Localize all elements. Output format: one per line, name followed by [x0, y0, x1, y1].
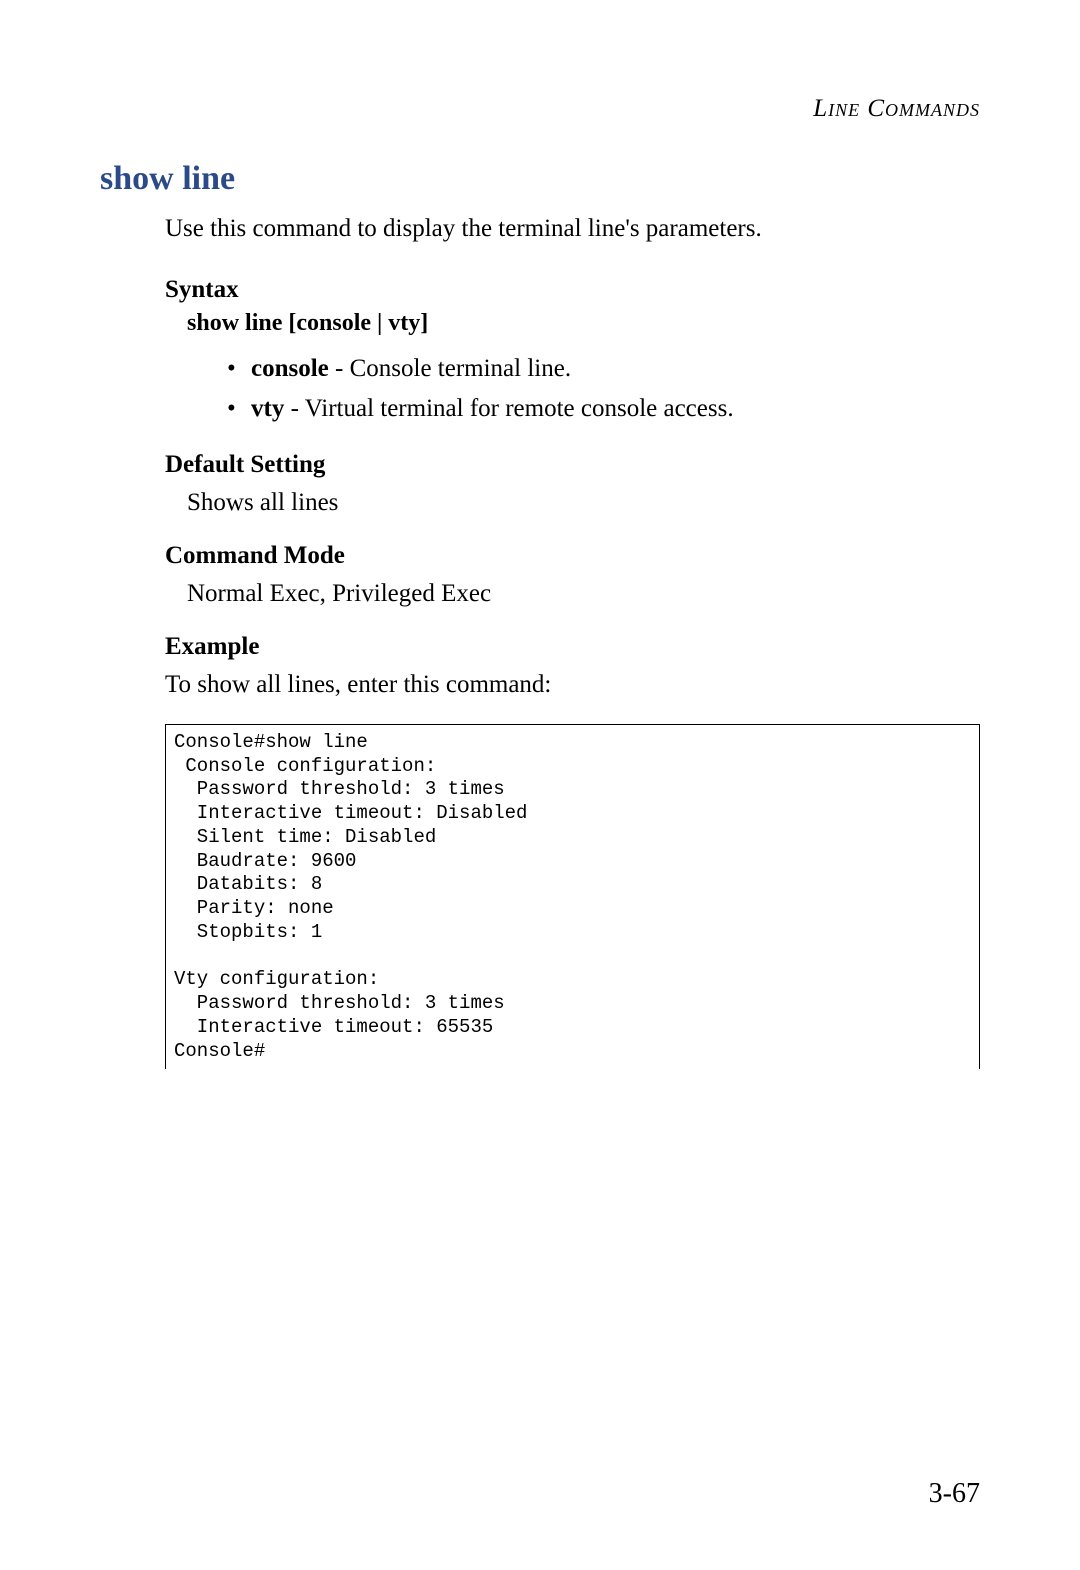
- param-desc: - Console terminal line.: [329, 355, 571, 382]
- example-code-block: Console#show line Console configuration:…: [165, 724, 980, 1070]
- header-section-label: Line Commands: [813, 95, 980, 123]
- page-number: 3-67: [929, 1478, 980, 1510]
- param-list: console - Console terminal line. vty - V…: [227, 349, 980, 429]
- page-title: show line: [100, 160, 980, 198]
- syntax-command: show line [console | vty]: [187, 310, 980, 337]
- param-name: vty: [251, 395, 284, 422]
- param-item: console - Console terminal line.: [227, 349, 980, 389]
- param-item: vty - Virtual terminal for remote consol…: [227, 389, 980, 429]
- param-name: console: [251, 355, 329, 382]
- default-setting-heading: Default Setting: [165, 451, 980, 479]
- example-intro: To show all lines, enter this command:: [165, 667, 980, 702]
- command-mode-text: Normal Exec, Privileged Exec: [187, 576, 980, 611]
- syntax-heading: Syntax: [165, 276, 980, 304]
- content-block: Use this command to display the terminal…: [165, 212, 980, 1069]
- param-desc: - Virtual terminal for remote console ac…: [284, 395, 733, 422]
- default-setting-text: Shows all lines: [187, 485, 980, 520]
- intro-text: Use this command to display the terminal…: [165, 212, 980, 246]
- command-mode-heading: Command Mode: [165, 542, 980, 570]
- example-heading: Example: [165, 633, 980, 661]
